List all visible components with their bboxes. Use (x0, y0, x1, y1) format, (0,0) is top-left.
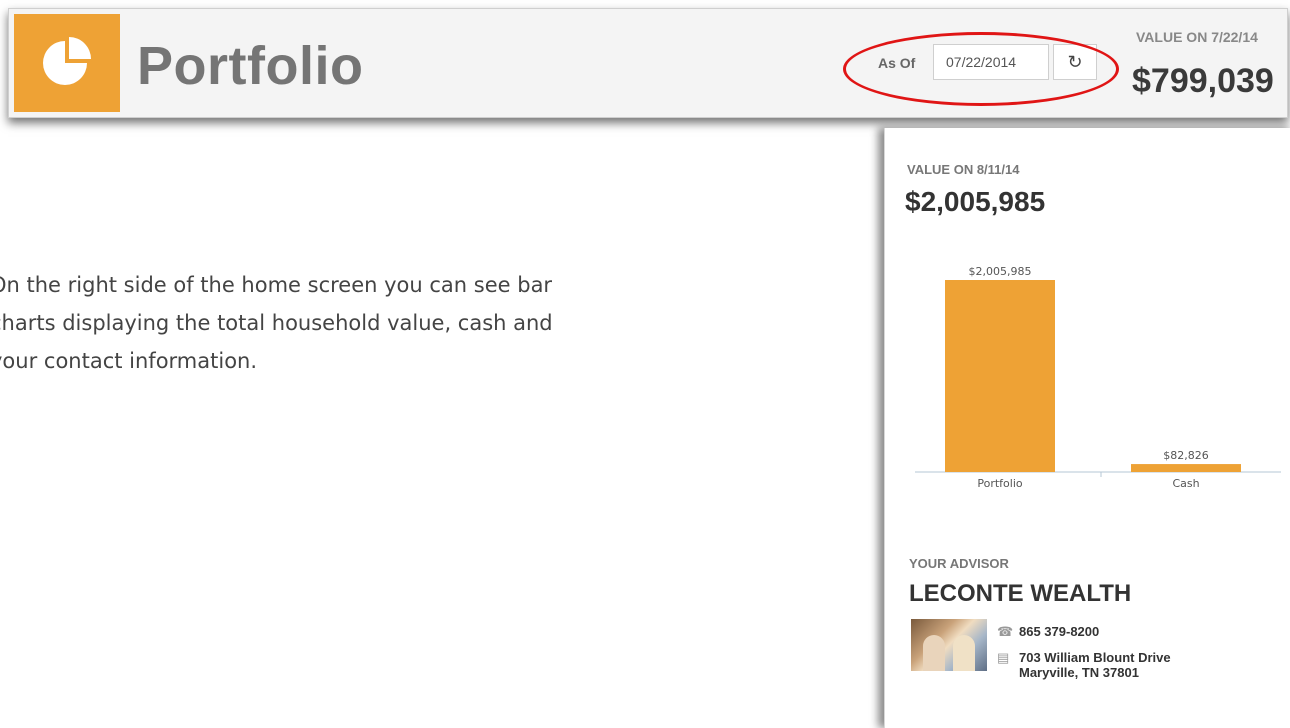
instruction-text: On the right side of the home screen you… (0, 273, 553, 373)
advisor-phone-row: ☎ 865 379-8200 (997, 624, 1099, 640)
building-icon: ▤ (997, 650, 1010, 665)
refresh-button[interactable]: ↻ (1053, 44, 1097, 80)
household-value-panel: VALUE ON 8/11/14 $2,005,985 $2,005,985 Po… (884, 128, 1290, 728)
address-line-2: Maryville, TN 37801 (1019, 665, 1139, 680)
advisor-photo (911, 619, 987, 671)
phone-icon: ☎ (997, 624, 1014, 639)
header-value-label: VALUE ON 7/22/14 (1136, 29, 1258, 45)
data-label-cash: $82,826 (1163, 449, 1209, 462)
panel-value: $2,005,985 (905, 186, 1046, 217)
tick-label-cash: Cash (1172, 477, 1199, 490)
advisor-phone: 865 379-8200 (1019, 624, 1100, 639)
bar-cash (1131, 464, 1241, 472)
header-value: $799,039 (1132, 62, 1274, 100)
page-title: Portfolio (137, 36, 364, 96)
advisor-name: LECONTE WEALTH (909, 580, 1132, 607)
portfolio-logo (14, 14, 120, 112)
refresh-icon: ↻ (1067, 52, 1083, 72)
panel-value-label: VALUE ON 8/11/14 (907, 162, 1020, 177)
tick-label-portfolio: Portfolio (977, 477, 1023, 490)
portfolio-header: Portfolio As Of ↻ VALUE ON 7/22/14 $799,… (8, 8, 1288, 118)
advisor-address: 703 William Blount Drive Maryville, TN 37… (1019, 650, 1171, 680)
as-of-label: As Of (878, 55, 916, 71)
bar-portfolio (945, 280, 1055, 472)
address-line-1: 703 William Blount Drive (1019, 650, 1171, 665)
as-of-date-input[interactable] (933, 44, 1049, 80)
pie-chart-icon (43, 37, 91, 85)
advisor-address-row: ▤ 703 William Blount Drive Maryville, TN 3… (997, 650, 1171, 680)
data-label-portfolio: $2,005,985 (969, 265, 1032, 278)
advisor-label: YOUR ADVISOR (909, 556, 1009, 571)
household-bar-chart: $2,005,985 Portfolio $82,826 Cash (915, 265, 1281, 490)
